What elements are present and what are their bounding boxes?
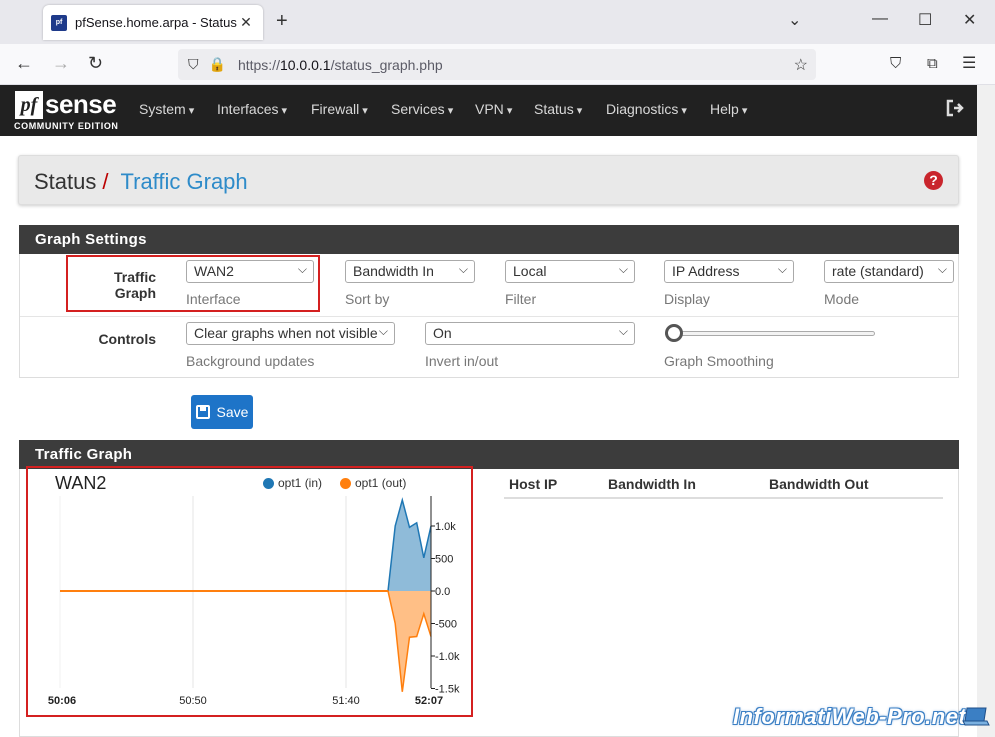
tab-list-chevron-icon[interactable]: ⌄ xyxy=(788,10,801,30)
invert-help: Invert in/out xyxy=(425,353,499,369)
save-button[interactable]: Save xyxy=(191,395,253,429)
sort-by-select[interactable]: Bandwidth In ⌵ xyxy=(345,260,475,283)
smoothing-slider-handle[interactable] xyxy=(665,324,683,342)
x-tick-label-2: 51:40 xyxy=(332,695,360,707)
lock-warning-icon[interactable]: 🔒 xyxy=(209,56,226,73)
forward-icon[interactable]: → xyxy=(52,53,70,74)
menu-status[interactable]: Status xyxy=(534,101,582,117)
menu-services[interactable]: Services xyxy=(391,101,453,117)
x-tick-label-0: 50:06 xyxy=(48,695,76,707)
chevron-down-icon: ⌵ xyxy=(777,262,787,276)
x-tick-label-1: 50:50 xyxy=(179,695,207,707)
chevron-down-icon: ⌵ xyxy=(618,324,628,338)
menu-interfaces[interactable]: Interfaces xyxy=(217,101,287,117)
series-area-1 xyxy=(60,591,431,692)
chevron-down-icon: ⌵ xyxy=(297,262,307,276)
traffic-graph-label: Traffic Graph xyxy=(113,269,156,301)
y-tick-label-3: -500 xyxy=(435,619,457,631)
row-divider xyxy=(20,316,958,317)
background-updates-help: Background updates xyxy=(186,353,315,369)
sort-by-help: Sort by xyxy=(345,291,390,307)
page-content: Status / Traffic Graph ? Graph Settings Tr… xyxy=(0,136,990,737)
watermark-text: InformatiWeb-Pro.net xyxy=(733,704,967,729)
breadcrumb-section[interactable]: Status xyxy=(34,169,96,194)
page-scrollbar[interactable] xyxy=(977,85,995,737)
bookmark-star-icon[interactable]: ☆ xyxy=(794,55,808,75)
tab-title: pfSense.home.arpa - Status: Tra xyxy=(75,15,237,30)
column-bandwidth-in: Bandwidth In xyxy=(608,476,696,492)
chevron-down-icon: ⌵ xyxy=(378,324,388,338)
traffic-chart-svg: 1.0k 500 0.0 -500 -1.0k -1.5k 50:06 50:50 51:40 5… xyxy=(48,496,460,707)
chevron-down-icon: ⌵ xyxy=(618,262,628,276)
legend-in[interactable]: opt1 (in) xyxy=(263,476,322,490)
traffic-chart: 1.0k 500 0.0 -500 -1.0k -1.5k 50:06 50:50 51:40 5… xyxy=(26,466,473,717)
y-tick-label-2: 0.0 xyxy=(435,586,450,598)
back-icon[interactable]: ← xyxy=(15,53,33,74)
page-title[interactable]: Traffic Graph xyxy=(121,169,248,194)
mode-help: Mode xyxy=(824,291,860,307)
shield-icon[interactable]: ⛉ xyxy=(188,56,199,73)
legend-out[interactable]: opt1 (out) xyxy=(340,476,406,490)
menu-help[interactable]: Help xyxy=(710,101,747,117)
graph-settings-panel: Traffic Graph WAN2 ⌵ Interface Bandwidth … xyxy=(19,254,959,378)
smoothing-help: Graph Smoothing xyxy=(664,353,774,369)
pfsense-logo[interactable]: pf sense COMMUNITY EDITION xyxy=(14,89,124,133)
maximize-icon[interactable]: ☐ xyxy=(918,10,932,30)
breadcrumb: Status / Traffic Graph ? xyxy=(18,155,959,205)
chevron-down-icon: ⌵ xyxy=(937,262,947,276)
series-line-1 xyxy=(60,590,432,692)
menu-diagnostics[interactable]: Diagnostics xyxy=(606,101,687,117)
traffic-graph-header: Traffic Graph xyxy=(19,440,959,469)
tab-close-icon[interactable]: ✕ xyxy=(237,14,255,31)
url-text: https://10.0.0.1/status_graph.php xyxy=(237,56,443,73)
address-bar[interactable]: ⛉ 🔒 https://10.0.0.1/status_graph.php ☆ xyxy=(178,49,816,80)
pocket-icon[interactable]: ⛉ xyxy=(890,55,901,72)
filter-help: Filter xyxy=(505,291,537,307)
y-tick-label-0: 1.0k xyxy=(435,521,456,533)
series-area-0 xyxy=(60,500,431,591)
browser-tab[interactable]: pf pfSense.home.arpa - Status: Tra ✕ xyxy=(43,5,263,40)
floppy-disk-icon xyxy=(195,405,210,419)
y-tick-label-4: -1.0k xyxy=(435,651,460,663)
table-header-divider xyxy=(504,497,943,499)
column-host-ip: Host IP xyxy=(509,476,558,492)
smoothing-slider-track[interactable] xyxy=(665,331,875,336)
breadcrumb-separator: / xyxy=(102,169,109,194)
browser-tab-bar: pf pfSense.home.arpa - Status: Tra ✕ + ⌄… xyxy=(0,0,995,44)
series-line-0 xyxy=(60,497,432,592)
help-icon[interactable]: ? xyxy=(924,171,943,190)
chart-interface-title: WAN2 xyxy=(55,473,107,493)
logout-icon[interactable] xyxy=(946,99,966,117)
chevron-down-icon: ⌵ xyxy=(458,262,468,276)
interface-help: Interface xyxy=(186,291,241,307)
extensions-icon[interactable]: ⧉ xyxy=(927,55,938,72)
graph-settings-header: Graph Settings xyxy=(19,225,959,254)
x-tick-label-3: 52:07 xyxy=(415,695,443,707)
pfsense-navbar: pf sense COMMUNITY EDITION System Interf… xyxy=(0,85,977,136)
browser-nav-bar: ← → ↻ ⛉ 🔒 https://10.0.0.1/status_graph.… xyxy=(0,44,995,85)
new-tab-icon[interactable]: + xyxy=(276,10,288,33)
controls-label: Controls xyxy=(98,331,156,347)
menu-vpn[interactable]: VPN xyxy=(475,101,512,117)
window-close-icon[interactable]: ✕ xyxy=(963,10,976,30)
minimize-icon[interactable]: — xyxy=(872,10,888,28)
pfsense-favicon-icon: pf xyxy=(51,14,67,31)
display-select[interactable]: IP Address ⌵ xyxy=(664,260,794,283)
interface-select[interactable]: WAN2 ⌵ xyxy=(186,260,314,283)
legend-dot-in xyxy=(263,477,274,489)
filter-select[interactable]: Local ⌵ xyxy=(505,260,635,283)
menu-system[interactable]: System xyxy=(139,101,194,117)
y-tick-label-1: 500 xyxy=(435,554,453,566)
column-bandwidth-out: Bandwidth Out xyxy=(769,476,869,492)
y-tick-label-5: -1.5k xyxy=(435,684,460,696)
reload-icon[interactable]: ↻ xyxy=(88,53,103,74)
mode-select[interactable]: rate (standard) ⌵ xyxy=(824,260,954,283)
display-help: Display xyxy=(664,291,710,307)
invert-select[interactable]: On ⌵ xyxy=(425,322,635,345)
laptop-icon xyxy=(962,707,990,726)
menu-icon[interactable]: ☰ xyxy=(962,53,976,73)
menu-firewall[interactable]: Firewall xyxy=(311,101,368,117)
legend-dot-out xyxy=(340,477,351,489)
background-updates-select[interactable]: Clear graphs when not visible ⌵ xyxy=(186,322,395,345)
